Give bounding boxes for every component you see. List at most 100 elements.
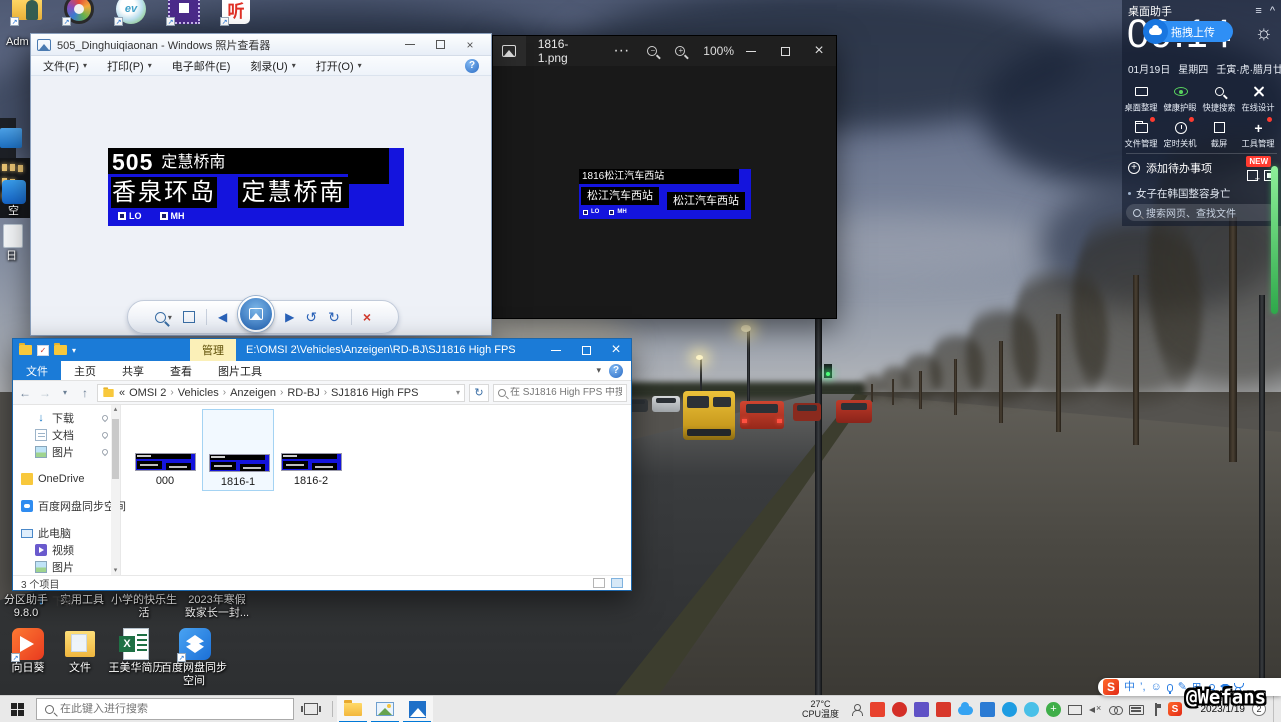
desktop-icon-sliver-document[interactable] [3,224,23,248]
tray-ime-indicator-icon[interactable] [1151,703,1161,716]
tray-accelerator-icon[interactable]: + [1046,702,1061,717]
explorer-search-box[interactable] [493,384,627,402]
previous-button[interactable]: ◀ [218,310,227,324]
up-button[interactable]: ↑ [77,386,93,400]
taskbar-app-photos[interactable] [401,696,433,722]
tray-remote-link-icon[interactable] [1109,703,1122,716]
explorer-search-input[interactable] [510,387,622,398]
zoom-in-icon[interactable]: + [675,46,685,56]
fit-to-window-icon[interactable] [183,311,195,323]
rotate-ccw-button[interactable]: ↺ [305,309,317,326]
sidebar-scrollbar[interactable]: ▴ ▾ [111,405,120,575]
desktop-icon-listen-app[interactable]: 听 ↗ [220,0,254,26]
sidebar-item-downloads-2[interactable]: ↓下载 [13,592,120,609]
menu-print[interactable]: 打印(P)▾ [107,58,152,74]
tab-share[interactable]: 共享 [109,361,157,380]
sidebar-item-onedrive[interactable]: OneDrive [13,470,120,487]
delete-button[interactable]: × [363,309,371,325]
file-tile-1816-2[interactable]: 1816-2 [275,409,347,491]
slideshow-button[interactable] [238,296,274,332]
breadcrumb[interactable]: « OMSI 2 › Vehicles › Anzeigen › RD-BJ ›… [97,384,465,402]
minimize-button[interactable] [395,36,425,54]
side-boost-bar[interactable] [1271,166,1278,314]
taskbar-search-input[interactable] [60,703,285,715]
desktop-label-letter-to-parents[interactable]: 2023年寒假 致家长一封... [184,594,250,620]
sidebar-item-documents[interactable]: 文档 [13,426,120,443]
maximize-button[interactable] [425,36,455,54]
minimize-button[interactable] [541,339,571,361]
taskbar-app-file-explorer[interactable] [337,696,369,722]
forward-button[interactable]: → [37,386,53,400]
scrollbar-thumb[interactable] [112,419,119,479]
close-button[interactable]: × [455,36,485,54]
assistant-tool-file-manager[interactable]: 文件管理 [1122,116,1161,152]
assistant-menu-icon[interactable]: ≡ [1255,5,1261,17]
minimize-button[interactable] [734,36,768,66]
tray-blue-app-icon[interactable] [980,702,995,717]
sidebar-item-pictures[interactable]: 图片 [13,443,120,460]
chinese-mode-icon[interactable]: 中 [1124,679,1135,695]
next-button[interactable]: ▶ [285,310,294,324]
manage-context-tab[interactable]: 管理 [190,339,236,361]
tray-baidu-cloud-icon[interactable] [958,706,973,715]
maximize-button[interactable] [768,36,802,66]
new-folder-icon[interactable] [54,345,67,355]
folder-icon[interactable] [19,345,32,355]
breadcrumb-item[interactable]: OMSI 2 [129,387,166,399]
properties-icon[interactable]: ✓ [37,345,49,356]
photos-app-button[interactable] [493,36,526,66]
assistant-tool-screenshot[interactable]: 截屏 [1200,116,1239,152]
sidebar-item-this-pc[interactable]: 此电脑 [13,524,120,541]
see-more-icon[interactable]: ··· [613,42,629,60]
show-desktop-edge[interactable] [1273,696,1277,722]
tray-volume-muted-icon[interactable] [1089,703,1102,716]
file-tile-000[interactable]: 000 [129,409,201,491]
menu-burn[interactable]: 刻录(U)▾ [250,58,295,74]
assistant-tool-quick-search[interactable]: 快捷搜索 [1200,80,1239,116]
back-button[interactable]: ← [17,386,33,400]
desktop-icon-sliver-blue-monitor[interactable] [0,128,22,148]
desktop-icon-ev-capture[interactable]: ev ↗ [114,0,148,26]
tray-touch-keyboard-icon[interactable] [1129,705,1144,715]
add-todo-button[interactable]: + 添加待办事项 [1128,160,1212,176]
sidebar-item-pictures-2[interactable]: 图片 [13,558,120,575]
desktop-icon-baidu-sync[interactable]: ↗ 百度网盘同步 空间 [156,628,232,688]
news-headline[interactable]: 女子在韩国整容身亡 [1128,186,1231,201]
desktop-icon-chip-tool[interactable]: ↗ [166,0,200,26]
sidebar-item-downloads[interactable]: ↓下载 [13,409,120,426]
thumbnail-view-toggle[interactable] [611,578,623,588]
desktop-icon-photo-studio[interactable]: ↗ [62,0,96,26]
scroll-down-icon[interactable]: ▾ [111,566,120,575]
help-button[interactable]: ? [465,59,479,73]
tray-people-icon[interactable] [850,703,863,716]
tray-red-app-icon[interactable] [936,702,951,717]
tray-music-icon[interactable] [892,702,907,717]
scroll-up-icon[interactable]: ▴ [111,405,120,414]
breadcrumb-item[interactable]: RD-BJ [287,387,319,399]
sidebar-item-videos[interactable]: 视频 [13,541,120,558]
file-tile-1816-1-selected[interactable]: 1816-1 [202,409,274,491]
help-button[interactable]: ? [609,364,623,378]
tray-cast-screen-icon[interactable] [1068,705,1082,715]
qat-caret-icon[interactable]: ▾ [72,346,76,355]
tab-view[interactable]: 查看 [157,361,205,380]
assistant-tool-eye-care[interactable]: 健康护眼 [1161,80,1200,116]
close-button[interactable]: × [802,36,836,66]
taskbar-app-photo-viewer[interactable] [369,696,401,722]
start-button[interactable] [0,696,34,722]
details-view-toggle[interactable] [593,578,605,588]
task-view-button[interactable] [304,703,318,715]
assistant-tool-online-design[interactable]: 在线设计 [1239,80,1278,116]
tab-picture-tools[interactable]: 图片工具 [205,361,275,380]
zoom-caret-icon[interactable]: ▾ [168,313,172,322]
tray-teal-app-icon[interactable] [1024,702,1039,717]
zoom-out-icon[interactable]: − [647,46,657,56]
desktop-icon-user-folder[interactable]: ↗ [10,0,44,26]
taskbar-search-box[interactable] [36,698,294,720]
zoom-level[interactable]: 100% [703,44,734,58]
tray-sogou-icon[interactable]: S [1168,702,1182,716]
cpu-temperature[interactable]: 27°C CPU温度 [802,699,839,719]
drag-upload-button[interactable]: 拖拽上传 [1145,21,1233,42]
tray-toutiao-icon[interactable] [870,702,885,717]
ribbon-collapse-icon[interactable]: ▾ [596,365,601,376]
